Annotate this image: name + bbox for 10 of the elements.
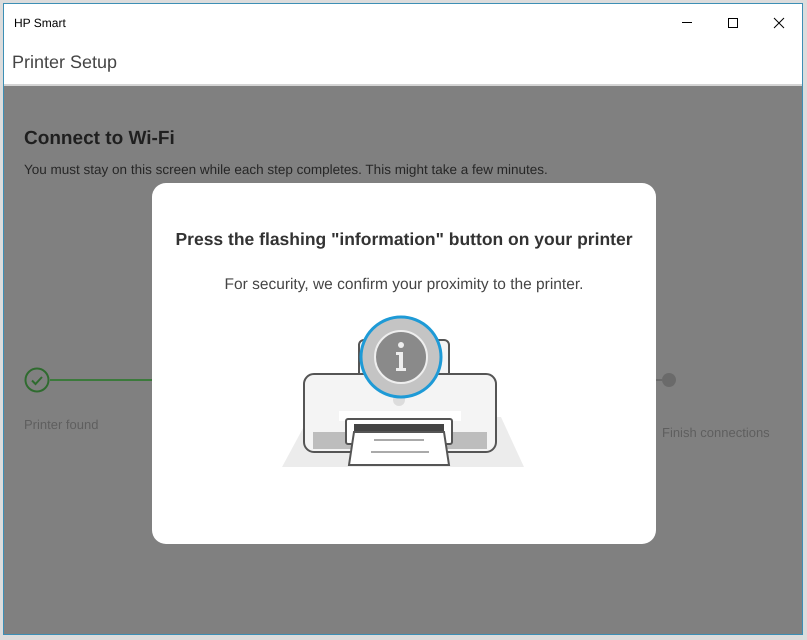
maximize-icon xyxy=(727,16,739,28)
minimize-icon xyxy=(682,22,692,23)
info-icon xyxy=(360,316,442,398)
section-title: Connect to Wi-Fi xyxy=(24,128,176,150)
instruction-text: You must stay on this screen while each step completes. This might take a few minutes. xyxy=(24,162,549,177)
close-icon xyxy=(773,16,785,28)
window-title: HP Smart xyxy=(13,16,67,30)
page-header-title: Printer Setup xyxy=(11,52,118,73)
dialog-title: Press the flashing "information" button on your printer xyxy=(175,229,633,250)
dialog-message: For security, we confirm your proximity to the printer. xyxy=(224,276,584,294)
